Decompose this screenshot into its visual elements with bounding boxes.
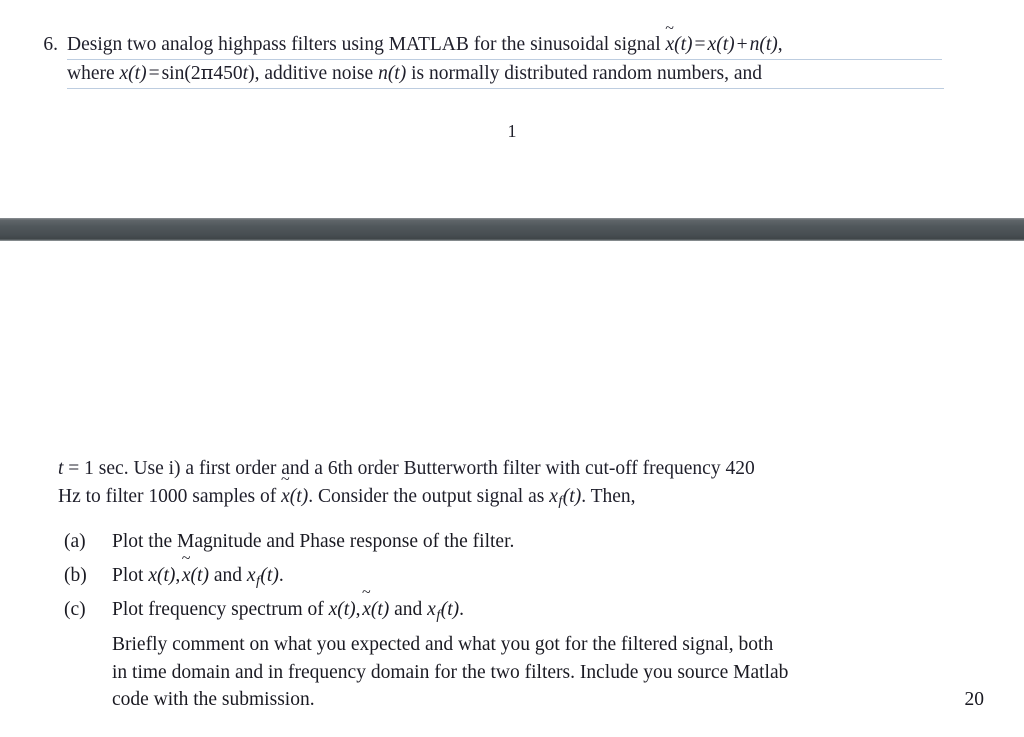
marks-value: 20 (964, 689, 985, 711)
math-xf-3: x (427, 599, 436, 620)
question-line-1: Design two analog highpass filters using… (67, 20, 946, 60)
math-paren-t-1: (t) (674, 34, 693, 55)
continuation-line-1-text: = 1 sec. Use i) a first order and a 6th … (63, 458, 755, 479)
sub-item-c-paragraph-line-1: Briefly comment on what you expected and… (112, 634, 774, 656)
sub-item-c-paragraph-line-3: code with the submission. 20 (112, 686, 984, 714)
sub-item-a-text: Plot the Magnitude and Phase response of… (112, 531, 515, 552)
math-paren-t-10: (t) (260, 565, 279, 586)
continuation-line-2-b: . Consider the output signal as (308, 485, 550, 507)
continuation-line-2-a: Hz to filter 1000 samples of (58, 485, 282, 507)
question-line-2-suffix: is normally distributed random numbers, … (406, 63, 763, 84)
sub-item-c-text: Plot frequency spectrum of x(t), ~ x(t) a… (112, 584, 944, 629)
sub-item-b-label: (b) (64, 565, 87, 586)
math-xf-2: x (246, 565, 256, 586)
math-paren-t-8: (t) (156, 565, 176, 586)
math-close-paren: ), (248, 63, 260, 84)
math-paren-t-9: (t) (190, 565, 209, 586)
math-x-tilde-4: ~ x (362, 584, 371, 620)
math-comma-1: , (777, 34, 783, 55)
sub-item-c-paragraph: Briefly comment on what you expected and… (112, 631, 984, 714)
question-number: 6. (43, 34, 58, 55)
continuation-line-2-d: . Then, (581, 485, 636, 507)
math-n-2: n (378, 63, 388, 84)
math-paren-t-12: (t) (370, 599, 390, 620)
math-period-2: . (459, 599, 464, 620)
question-line-2-mid: additive noise (259, 63, 379, 84)
continuation-paragraph: t = 1 sec. Use i) a first order and a 6t… (58, 455, 920, 516)
tilde-accent-4: ~ (362, 584, 371, 602)
page-break-band (0, 218, 1024, 241)
math-pi: π (200, 61, 214, 84)
math-x-tilde-3: ~ x (181, 550, 191, 586)
tilde-accent: ~ (665, 20, 674, 38)
math-x-tilde-2: ~ x (280, 470, 290, 507)
document-page: 6. Design two analog highpass filters us… (0, 0, 1024, 737)
continuation-line-2: Hz to filter 1000 samples of ~ x(t). Cons… (58, 470, 920, 516)
math-paren-t-6: (t) (289, 485, 309, 507)
math-paren-t-2: (t) (716, 34, 735, 55)
question-line-1-text: Design two analog highpass filters using… (67, 34, 666, 55)
sub-question-list: (a) Plot the Magnitude and Phase respons… (64, 528, 984, 714)
page-two-section: t = 1 sec. Use i) a first order and a 6t… (0, 241, 1024, 737)
math-paren-t-11: (t) (337, 599, 356, 620)
sub-item-b-text: Plot x(t), ~ x(t) and xf(t). (112, 550, 944, 595)
question-body: Design two analog highpass filters using… (67, 20, 946, 89)
text-and-1: and (208, 565, 247, 586)
sub-item-c-prefix: Plot frequency spectrum of (112, 599, 329, 620)
math-plus: + (736, 34, 748, 55)
sub-item-c-paragraph-line-2: in time domain and in frequency domain f… (112, 661, 789, 683)
sub-item-c-label: (c) (64, 599, 86, 620)
math-n-1: n (749, 34, 760, 55)
math-equals-2: = (148, 63, 160, 84)
text-and-2: and (389, 599, 428, 620)
math-paren-t-5: (t) (387, 63, 407, 84)
math-450: 450 (213, 63, 243, 84)
math-x-1: x (707, 34, 717, 55)
continuation-line-1: t = 1 sec. Use i) a first order and a 6t… (58, 455, 920, 483)
math-paren-t-13: (t) (440, 599, 460, 620)
math-x-3: x (148, 565, 157, 586)
sub-item-c: (c) Plot frequency spectrum of x(t), ~ x(… (64, 584, 984, 714)
tilde-accent-2: ~ (280, 470, 290, 488)
math-x-tilde: ~ x (665, 20, 675, 55)
math-paren-t-4: (t) (128, 63, 147, 84)
math-period-1: . (278, 565, 284, 586)
math-equals-1: = (694, 34, 706, 55)
sub-item-b: (b) Plot x(t), ~ x(t) and xf(t). (64, 550, 944, 596)
sub-item-a: (a) Plot the Magnitude and Phase respons… (64, 528, 944, 562)
sub-item-a-label: (a) (64, 531, 86, 552)
math-x-4: x (328, 599, 338, 620)
math-sin: sin(2 (161, 63, 201, 84)
sub-item-b-prefix: Plot (112, 565, 149, 586)
question-line-2: where x(t) = sin(2π450t), additive noise n… (67, 60, 946, 89)
math-paren-t-3: (t) (759, 34, 778, 55)
question-line-2-prefix: where (67, 63, 120, 84)
math-paren-t-7: (t) (562, 485, 582, 507)
math-xf-1: x (549, 485, 558, 507)
page-number: 1 (507, 121, 517, 141)
sub-item-c-paragraph-line-3-text: code with the submission. (112, 689, 315, 711)
math-x-2: x (119, 63, 129, 84)
tilde-accent-3: ~ (181, 550, 191, 568)
question-6: 6. Design two analog highpass filters us… (26, 20, 946, 89)
